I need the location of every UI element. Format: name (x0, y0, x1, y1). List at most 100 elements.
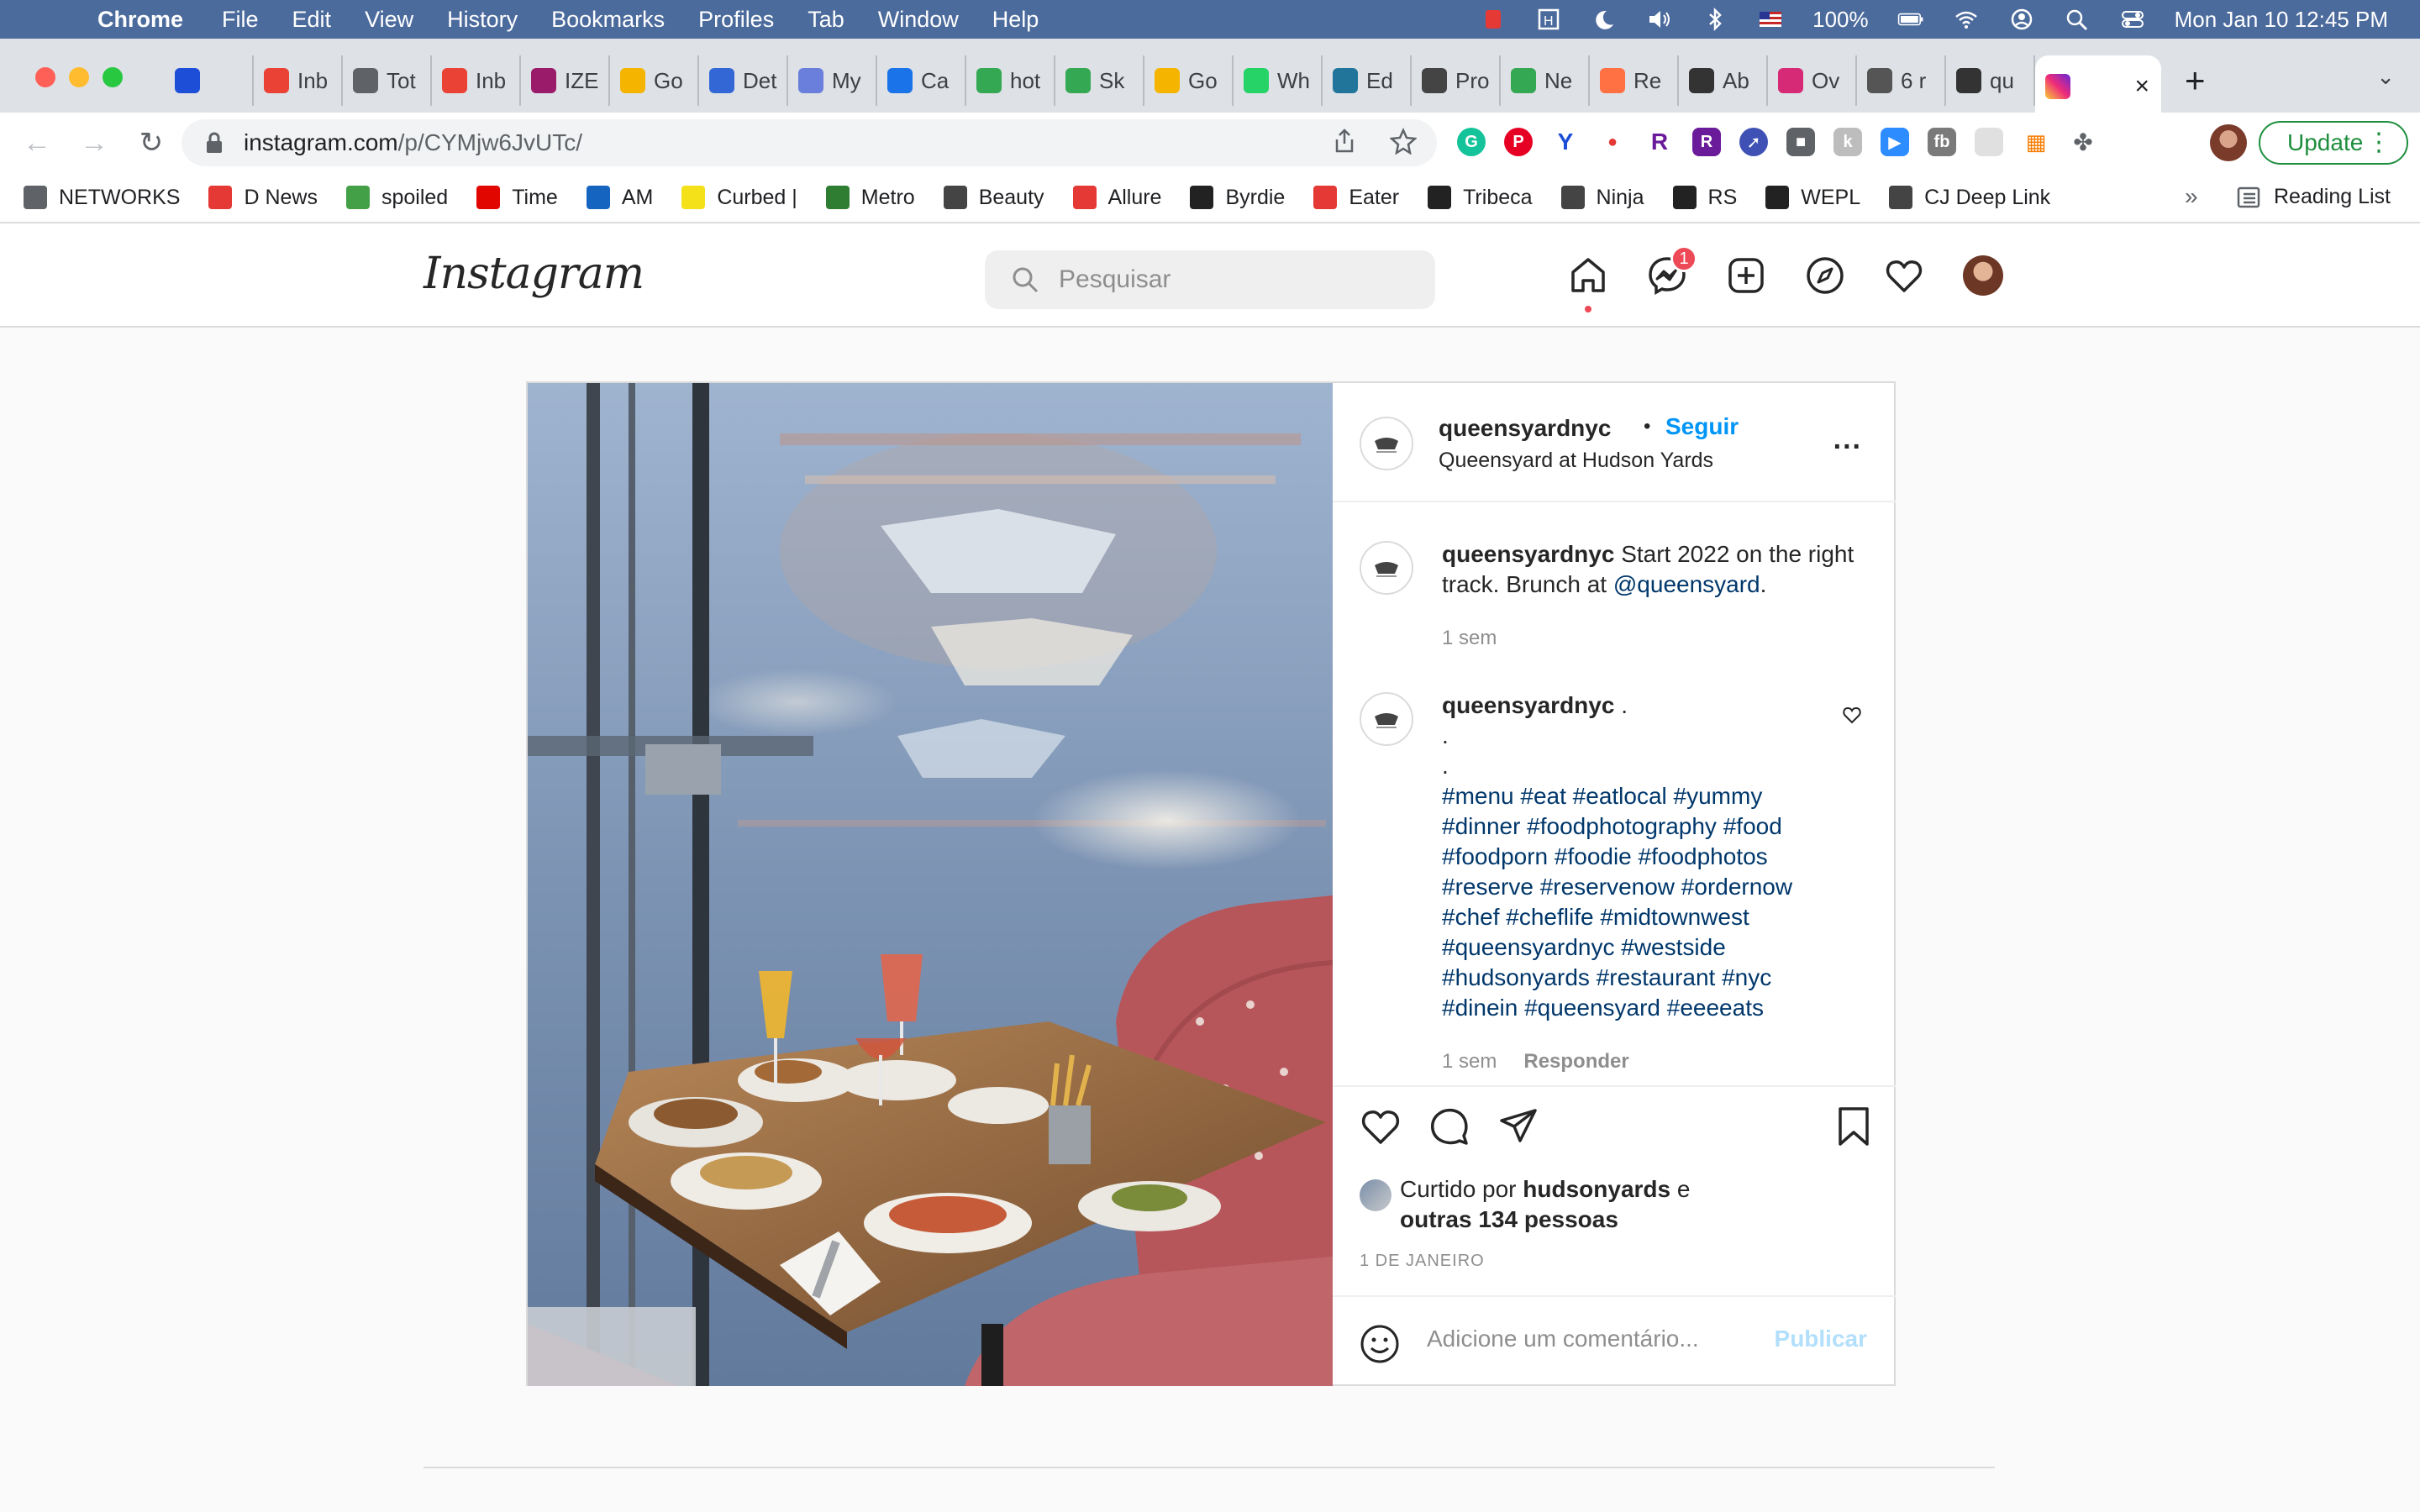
browser-tab[interactable]: IZE (521, 55, 610, 106)
search-input[interactable]: Pesquisar (985, 250, 1435, 309)
menu-tab[interactable]: Tab (808, 7, 844, 33)
r-purple-extension-icon[interactable]: R (1692, 128, 1721, 156)
menu-app-name[interactable]: Chrome (97, 7, 183, 33)
browser-tab[interactable]: Ab (1679, 55, 1768, 106)
bookmark-item[interactable]: AM (586, 186, 653, 210)
profile-avatar-icon[interactable] (1963, 255, 2003, 296)
browser-tab[interactable]: Ne (1501, 55, 1590, 106)
minimize-window-button[interactable] (69, 67, 89, 87)
emoji-icon[interactable] (1360, 1324, 1400, 1364)
comment-avatar[interactable] (1360, 692, 1413, 746)
bookmark-item[interactable]: Tribeca (1428, 186, 1533, 210)
follow-button[interactable]: Seguir (1665, 413, 1739, 440)
volume-icon[interactable] (1646, 7, 1673, 32)
rocket-extension-icon[interactable]: ➚ (1739, 128, 1768, 156)
puzzle-icon[interactable]: ✤ (2069, 128, 2097, 156)
browser-tab[interactable]: Ov (1768, 55, 1857, 106)
bookmark-item[interactable]: spoiled (345, 186, 448, 210)
close-window-button[interactable] (35, 67, 55, 87)
bookmark-item[interactable]: CJ Deep Link (1889, 186, 2050, 210)
messenger-icon[interactable]: 1 (1647, 245, 1697, 296)
bookmarks-overflow-button[interactable]: » (2185, 183, 2198, 210)
hashtag-line[interactable]: #queensyardnyc #westside (1442, 932, 1862, 963)
menu-help[interactable]: Help (992, 7, 1039, 33)
author-username[interactable]: queensyardnyc (1439, 415, 1611, 442)
post-date[interactable]: 1 DE JANEIRO (1360, 1252, 1485, 1271)
menu-edit[interactable]: Edit (292, 7, 332, 33)
bookmark-item[interactable]: WEPL (1765, 186, 1860, 210)
bookmark-item[interactable]: RS (1672, 186, 1737, 210)
browser-tab[interactable]: Wh (1234, 55, 1323, 106)
liked-by-others[interactable]: outras 134 pessoas (1400, 1206, 1618, 1232)
zoom-icon[interactable]: ▶ (1881, 128, 1909, 156)
forward-icon[interactable]: → (66, 127, 123, 160)
like-heart-icon[interactable] (1360, 1105, 1402, 1147)
more-options-button[interactable]: ... (1833, 423, 1862, 456)
lock-icon[interactable] (205, 132, 224, 154)
explore-icon[interactable] (1805, 255, 1845, 296)
hashtag-line[interactable]: #dinein #queensyard #eeeeats (1442, 993, 1862, 1023)
author-avatar[interactable] (1360, 417, 1413, 470)
red-app-icon[interactable] (1480, 7, 1507, 32)
hashtag-line[interactable]: #menu #eat #eatlocal #yummy (1442, 781, 1862, 811)
menu-window[interactable]: Window (878, 7, 959, 33)
pinterest-icon[interactable]: P (1504, 128, 1533, 156)
activity-heart-icon[interactable] (1884, 255, 1924, 296)
zoom-window-button[interactable] (103, 67, 123, 87)
bookmark-item[interactable]: Eater (1313, 186, 1399, 210)
browser-tab[interactable]: Ed (1323, 55, 1412, 106)
bluetooth-icon[interactable] (1702, 7, 1728, 32)
menu-bookmarks[interactable]: Bookmarks (551, 7, 665, 33)
browser-tab[interactable]: My (788, 55, 877, 106)
browser-tab[interactable]: Pro (1412, 55, 1501, 106)
bookmark-item[interactable]: NETWORKS (24, 186, 180, 210)
new-tab-button[interactable]: + (2185, 60, 2206, 101)
browser-tab[interactable]: 6 r (1857, 55, 1946, 106)
bookmark-item[interactable]: Time (476, 186, 558, 210)
browser-tab[interactable]: Inb (432, 55, 521, 106)
caption-mention-link[interactable]: @queensyard (1613, 571, 1760, 597)
user-account-icon[interactable] (2008, 7, 2035, 32)
comment-bubble-icon[interactable] (1428, 1105, 1470, 1147)
hashtag-line[interactable]: #hudsonyards #restaurant #nyc (1442, 963, 1862, 993)
reload-icon[interactable]: ↻ (123, 126, 180, 160)
hashtag-line[interactable]: #foodporn #foodie #foodphotos (1442, 842, 1862, 872)
liker-avatar[interactable] (1360, 1179, 1392, 1211)
yext-icon[interactable]: Y (1551, 128, 1580, 156)
menu-profiles[interactable]: Profiles (698, 7, 774, 33)
update-button[interactable]: Update ⋮ (2259, 121, 2408, 165)
bookmark-item[interactable]: Byrdie (1190, 186, 1285, 210)
menu-file[interactable]: File (222, 7, 259, 33)
battery-icon[interactable] (1897, 7, 1924, 32)
share-paper-plane-icon[interactable] (1497, 1105, 1539, 1147)
bookmark-item[interactable]: Curbed | (681, 186, 797, 210)
r-extension-icon[interactable]: R (1645, 128, 1674, 156)
bookmark-extension-icon[interactable] (1975, 128, 2003, 156)
bookmark-star-icon[interactable] (1389, 127, 1418, 161)
home-icon[interactable] (1568, 255, 1608, 312)
browser-tab[interactable]: qu (1946, 55, 2035, 106)
browser-tab[interactable]: Re (1590, 55, 1679, 106)
grammarly-icon[interactable]: G (1457, 128, 1486, 156)
tab-search-icon[interactable]: ⌄ (2376, 64, 2395, 90)
reply-button[interactable]: Responder (1523, 1050, 1628, 1073)
save-bookmark-icon[interactable] (1835, 1105, 1872, 1147)
post-location[interactable]: Queensyard at Hudson Yards (1439, 449, 1713, 473)
caption-avatar[interactable] (1360, 541, 1413, 595)
reading-list-button[interactable]: Reading List (2237, 185, 2391, 209)
browser-tab[interactable]: Ca (877, 55, 966, 106)
browser-tab[interactable]: Tot (343, 55, 432, 106)
browser-tab[interactable]: Go (1144, 55, 1234, 106)
layout-extension-icon[interactable]: ▦ (2022, 128, 2050, 156)
hashtag-line[interactable]: #reserve #reservenow #ordernow (1442, 872, 1862, 902)
browser-tab[interactable]: Inb (254, 55, 343, 106)
liked-by-user[interactable]: hudsonyards (1523, 1176, 1670, 1202)
k-extension-icon[interactable]: k (1833, 128, 1862, 156)
share-icon[interactable] (1333, 128, 1356, 161)
back-icon[interactable]: ← (8, 127, 66, 160)
dots-extension-icon[interactable]: ● (1598, 128, 1627, 156)
browser-tab[interactable]: Sk (1055, 55, 1144, 106)
menu-history[interactable]: History (447, 7, 518, 33)
browser-tab[interactable]: Go (610, 55, 699, 106)
comment-input[interactable]: Adicione um comentário... (1427, 1326, 1699, 1352)
